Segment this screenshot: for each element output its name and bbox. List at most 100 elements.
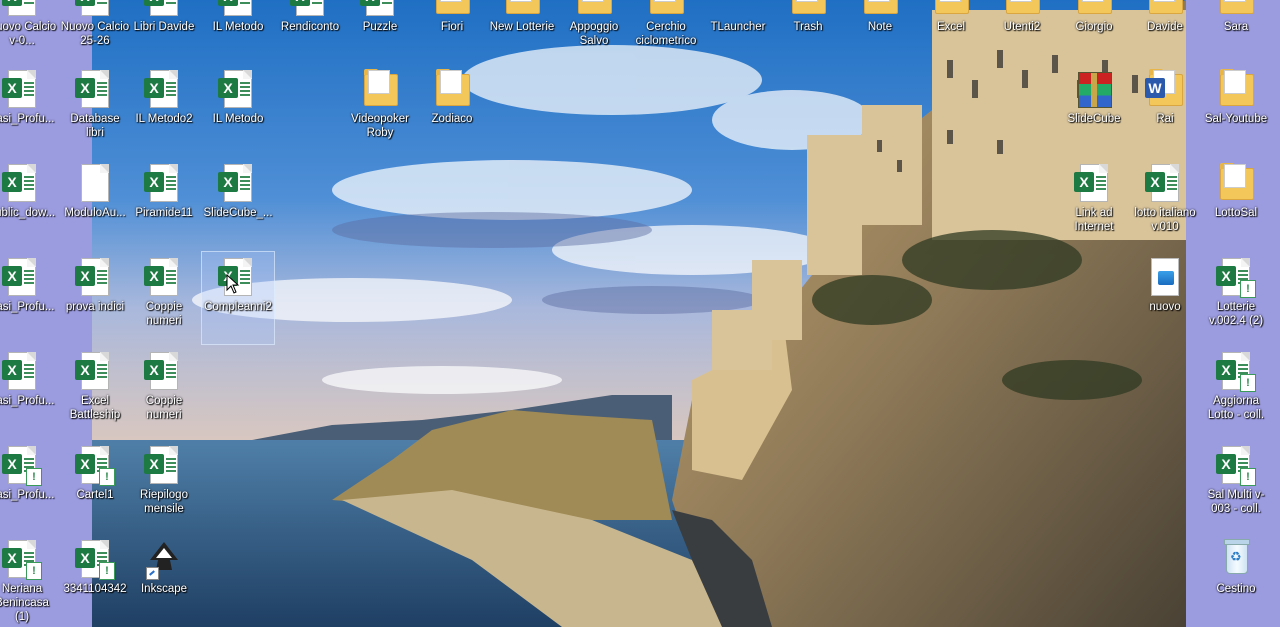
desktop-icon-lottosal[interactable]: LottoSal xyxy=(1200,158,1272,250)
desktop-icon-piramide11[interactable]: X Piramide11 xyxy=(128,158,200,250)
desktop-icon-label: Puzzle xyxy=(362,21,398,33)
desktop-icon-il-metodo[interactable]: XIL Metodo xyxy=(202,0,274,64)
excel-icon: X xyxy=(144,350,184,394)
desktop-icon-nuovo-calcio-25-26[interactable]: XNuovo Calcio 25-26 xyxy=(59,0,131,64)
desktop-icon-inkscape[interactable]: Inkscape xyxy=(128,534,200,626)
desktop-icon-tlauncher[interactable]: TLauncher xyxy=(702,0,774,64)
desktop-icon-note[interactable]: Note xyxy=(844,0,916,64)
desktop-icon-label: New Lotterie xyxy=(489,21,555,33)
desktop-icon-excel-battleship[interactable]: X Excel Battleship xyxy=(59,346,131,438)
desktop-icon-riepilogo-mensile[interactable]: X Riepilogo mensile xyxy=(128,440,200,532)
desktop-icon-prova-indici[interactable]: Xprova indici xyxy=(59,252,131,344)
desktop-icon-zodiaco[interactable]: Zodiaco xyxy=(416,64,488,156)
excel-icon: X xyxy=(2,256,42,300)
desktop-icon-label: Rai xyxy=(1156,113,1174,125)
folder-icon xyxy=(646,0,686,20)
desktop-icon-label: Videopoker Roby xyxy=(351,113,409,139)
excel-icon: X xyxy=(218,68,258,112)
desktop-icon-sal-multi-v-003-coll[interactable]: X! Sal Multi v-003 - coll. xyxy=(1200,440,1272,532)
desktop-icon-label: public_dow... xyxy=(0,207,56,219)
desktop-icon-label: prova indici xyxy=(65,301,125,313)
folder-icon xyxy=(432,68,472,112)
folder-icon xyxy=(1216,68,1256,112)
excel-icon: X xyxy=(144,162,184,206)
desktop-icon-trash[interactable]: Trash xyxy=(772,0,844,64)
desktop-icon-label: Nuovo Calcio 25-26 xyxy=(60,21,130,47)
desktop-icon-il-metodo[interactable]: XIL Metodo xyxy=(202,64,274,156)
desktop-icon-slidecube[interactable]: X SlideCube_... xyxy=(202,158,274,250)
desktop-icon-label: Riepilogo mensile xyxy=(140,489,188,515)
desktop-icon-label: Appoggio Salvo xyxy=(569,21,619,47)
excel-icon: X xyxy=(2,0,42,20)
desktop-icon-fiori[interactable]: Fiori xyxy=(416,0,488,64)
excel-icon: X xyxy=(1145,162,1185,206)
desktop-icon-excel[interactable]: Excel xyxy=(915,0,987,64)
desktop-icon-label: IL Metodo2 xyxy=(135,113,193,125)
desktop-icon-vasi-profu[interactable]: XVasi_Profu... xyxy=(0,252,58,344)
desktop-icon-coppie-numeri[interactable]: X Coppie numeri xyxy=(128,346,200,438)
desktop-icon-rendiconto[interactable]: XRendiconto xyxy=(274,0,346,64)
desktop-icon-link-ad-internet[interactable]: X Link ad Internet xyxy=(1058,158,1130,250)
desktop-icon-cerchio-ciclometrico[interactable]: Cerchio ciclometrico xyxy=(630,0,702,64)
desktop-icon-giorgio[interactable]: Giorgio xyxy=(1058,0,1130,64)
desktop-icon-nuovo-calcio-v-0[interactable]: XNuovo Calcio v-0... xyxy=(0,0,58,64)
desktop-icon-database-libri[interactable]: X Database libri xyxy=(59,64,131,156)
desktop-icon-label: Vasi_Profu... xyxy=(0,489,55,501)
desktop-icon-sal-youtube[interactable]: Sal-Youtube xyxy=(1200,64,1272,156)
desktop-icon-label: Inkscape xyxy=(140,583,188,595)
desktop-icon-appoggio-salvo[interactable]: Appoggio Salvo xyxy=(558,0,630,64)
desktop-icon-neriana-benincasa-1[interactable]: X! Neriana Benincasa (1) xyxy=(0,534,58,626)
desktop-icon-lotterie-v-002-4-2[interactable]: X! Lotterie v.002.4 (2) xyxy=(1200,252,1272,344)
folder-icon xyxy=(1145,0,1185,20)
desktop-icon-label: Utenti2 xyxy=(1003,21,1041,33)
desktop[interactable]: XNuovo Calcio v-0...XNuovo Calcio 25-26X… xyxy=(0,0,1280,627)
blank-file-icon xyxy=(75,162,115,206)
desktop-icon-slidecube[interactable]: SlideCube xyxy=(1058,64,1130,156)
folder-icon xyxy=(1216,162,1256,206)
desktop-icon-coppie-numeri[interactable]: X Coppie numeri xyxy=(128,252,200,344)
excel-icon: X xyxy=(2,68,42,112)
desktop-icon-videopoker-roby[interactable]: Videopoker Roby xyxy=(344,64,416,156)
desktop-icon-label: SlideCube_... xyxy=(203,207,273,219)
desktop-icon-compleanni2[interactable]: XCompleanni2 xyxy=(201,251,275,345)
desktop-icon-sara[interactable]: Sara xyxy=(1200,0,1272,64)
desktop-icon-label: Vasi_Profu... xyxy=(0,301,55,313)
desktop-icon-label: LottoSal xyxy=(1214,207,1258,219)
desktop-icon-rai[interactable]: W Rai xyxy=(1129,64,1201,156)
desktop-icon-label: SlideCube xyxy=(1067,113,1121,125)
folder-icon xyxy=(1216,0,1256,20)
excel-icon: X xyxy=(75,68,115,112)
excel-icon: X! xyxy=(75,444,115,488)
desktop-icon-label: Vasi_Profu... xyxy=(0,395,55,407)
desktop-icon-davide[interactable]: Davide xyxy=(1129,0,1201,64)
recycle-bin-icon xyxy=(1216,538,1256,582)
desktop-icon-cartel1[interactable]: X! Cartel1 xyxy=(59,440,131,532)
desktop-icon-new-lotterie[interactable]: New Lotterie xyxy=(486,0,558,64)
desktop-icon-aggiorna-lotto-coll[interactable]: X! Aggiorna Lotto - coll. xyxy=(1200,346,1272,438)
desktop-icon-puzzle[interactable]: XPuzzle xyxy=(344,0,416,64)
desktop-icon-vasi-profu[interactable]: XVasi_Profu... xyxy=(0,64,58,156)
desktop-icon-nuovo[interactable]: nuovo xyxy=(1129,252,1201,344)
desktop-icon-label: Giorgio xyxy=(1075,21,1113,33)
folder-icon xyxy=(1074,0,1114,20)
desktop-icon-libri-davide[interactable]: XLibri Davide xyxy=(128,0,200,64)
desktop-icon-cestino[interactable]: Cestino xyxy=(1200,534,1272,626)
mouse-cursor-icon xyxy=(226,273,240,294)
desktop-icon-label: Cestino xyxy=(1216,583,1256,595)
desktop-icon-vasi-profu[interactable]: XVasi_Profu... xyxy=(0,346,58,438)
desktop-icon-label: Coppie numeri xyxy=(145,301,183,327)
desktop-icon-lotto-italiano-v-010[interactable]: Xlotto italiano v.010 xyxy=(1129,158,1201,250)
desktop-icon-label: TLauncher xyxy=(710,21,766,33)
desktop-icon-label: Fiori xyxy=(440,21,464,33)
excel-icon: X xyxy=(2,162,42,206)
desktop-icon-moduloau[interactable]: ModuloAu... xyxy=(59,158,131,250)
desktop-icon-public-dow[interactable]: Xpublic_dow... xyxy=(0,158,58,250)
desktop-icon-vasi-profu[interactable]: X!Vasi_Profu... xyxy=(0,440,58,532)
desktop-icon-label: Lotterie v.002.4 (2) xyxy=(1208,301,1264,327)
folder-icon xyxy=(502,0,542,20)
folder-icon xyxy=(860,0,900,20)
desktop-icon-3341104342[interactable]: X! 3341104342 xyxy=(59,534,131,626)
desktop-icon-il-metodo2[interactable]: X IL Metodo2 xyxy=(128,64,200,156)
desktop-icon-utenti2[interactable]: Utenti2 xyxy=(986,0,1058,64)
folder-icon xyxy=(360,68,400,112)
